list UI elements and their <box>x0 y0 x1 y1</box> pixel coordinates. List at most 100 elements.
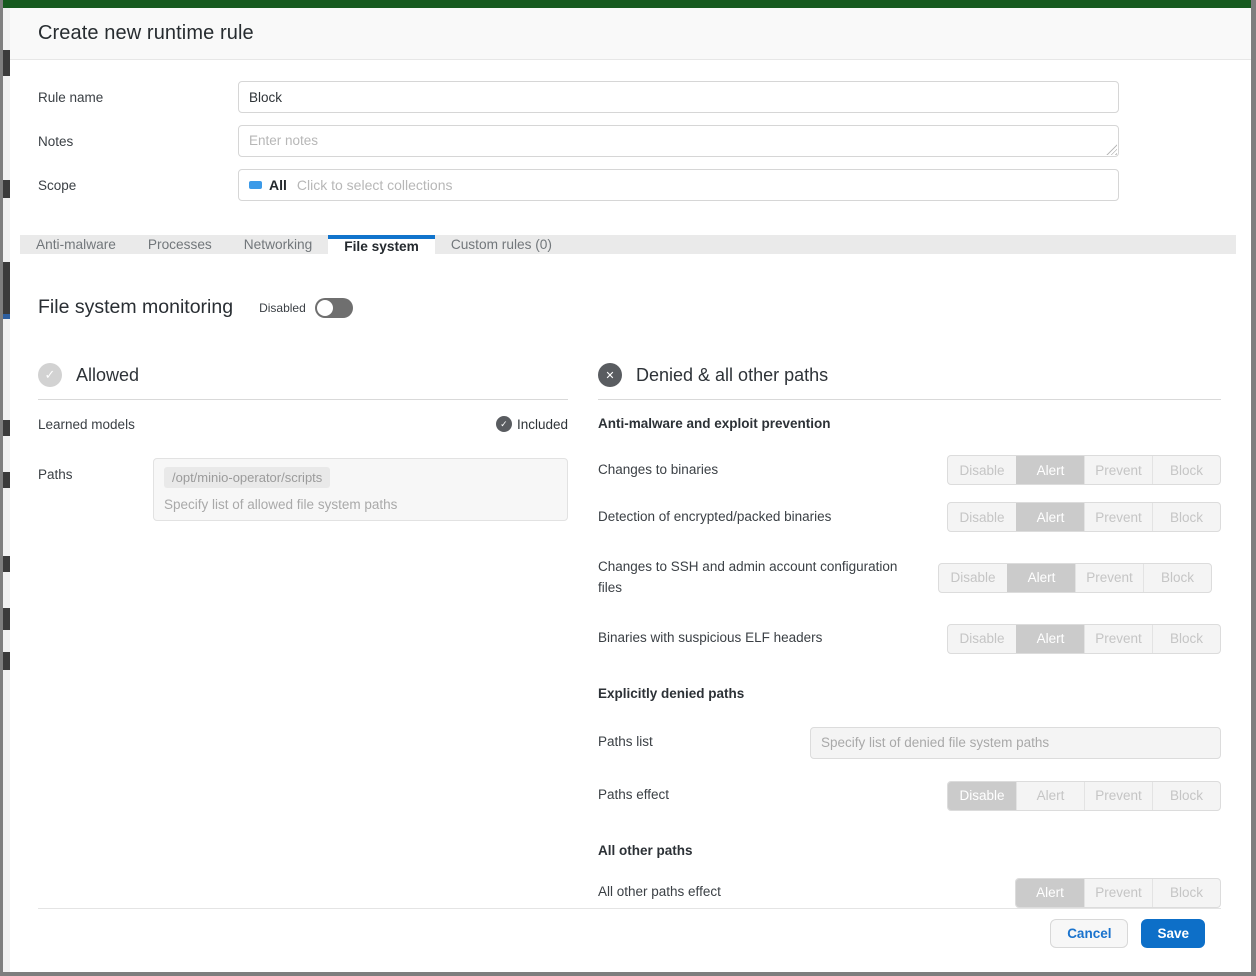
monitoring-toggle[interactable] <box>315 298 353 318</box>
toggle-knob <box>317 300 333 316</box>
notes-label: Notes <box>38 134 238 149</box>
top-brand-bar <box>0 0 1256 8</box>
changes-to-binaries-label: Changes to binaries <box>598 460 947 481</box>
dialog-header: Create new runtime rule <box>10 8 1251 60</box>
all-other-paths-heading: All other paths <box>598 843 1221 858</box>
effect-disable-button[interactable]: Disable <box>948 456 1016 484</box>
effect-disable-button[interactable]: Disable <box>948 782 1016 810</box>
changes-to-binaries-effect-group: Disable Alert Prevent Block <box>947 455 1221 485</box>
allowed-section: Allowed Learned models Included Paths /o… <box>38 363 568 521</box>
background-fragment <box>3 180 10 198</box>
create-runtime-rule-dialog: Create new runtime rule Rule name Notes … <box>10 8 1251 972</box>
effect-alert-button[interactable]: Alert <box>1016 625 1084 653</box>
file-system-panel: File system monitoring Disabled Allowed … <box>10 254 1251 974</box>
background-fragment <box>3 556 10 572</box>
effect-disable-button[interactable]: Disable <box>948 625 1016 653</box>
effect-prevent-button[interactable]: Prevent <box>1084 503 1152 531</box>
effect-prevent-button[interactable]: Prevent <box>1084 879 1152 907</box>
paths-effect-label: Paths effect <box>598 785 947 806</box>
cancel-button[interactable]: Cancel <box>1050 919 1128 948</box>
background-fragment <box>3 608 10 630</box>
denied-title: Denied & all other paths <box>636 365 828 386</box>
effect-alert-button[interactable]: Alert <box>1016 879 1084 907</box>
rule-name-input[interactable] <box>238 81 1119 113</box>
learned-models-row: Learned models Included <box>38 416 568 432</box>
allowed-paths-row: Paths /opt/minio-operator/scripts Specif… <box>38 458 568 521</box>
learned-models-status: Included <box>496 416 568 432</box>
save-button[interactable]: Save <box>1141 919 1205 948</box>
ssh-config-row: Changes to SSH and admin account configu… <box>598 557 1221 599</box>
effect-block-button[interactable]: Block <box>1143 564 1211 592</box>
paths-list-row: Paths list <box>598 727 1221 759</box>
ssh-config-effect-group: Disable Alert Prevent Block <box>938 563 1212 593</box>
all-other-paths-effect-row: All other paths effect Alert Prevent Blo… <box>598 878 1221 908</box>
rule-name-row: Rule name <box>38 81 1251 113</box>
elf-headers-row: Binaries with suspicious ELF headers Dis… <box>598 624 1221 654</box>
effect-prevent-button[interactable]: Prevent <box>1084 625 1152 653</box>
included-text: Included <box>517 417 568 432</box>
changes-to-binaries-row: Changes to binaries Disable Alert Preven… <box>598 455 1221 485</box>
paths-list-label: Paths list <box>598 732 810 753</box>
tab-networking[interactable]: Networking <box>228 235 328 254</box>
all-other-paths-effect-group: Alert Prevent Block <box>1015 878 1221 908</box>
effect-block-button[interactable]: Block <box>1152 782 1220 810</box>
allowed-paths-placeholder: Specify list of allowed file system path… <box>164 497 557 512</box>
footer-spacer <box>38 958 1221 974</box>
notes-input[interactable] <box>238 125 1119 157</box>
elf-headers-label: Binaries with suspicious ELF headers <box>598 628 947 649</box>
all-other-paths-effect-label: All other paths effect <box>598 882 1015 903</box>
rule-name-label: Rule name <box>38 90 238 105</box>
effect-prevent-button[interactable]: Prevent <box>1084 782 1152 810</box>
background-fragment <box>3 262 10 314</box>
collection-swatch-icon <box>249 181 262 189</box>
effect-alert-button[interactable]: Alert <box>1016 503 1084 531</box>
denied-paths-input[interactable] <box>810 727 1221 759</box>
effect-block-button[interactable]: Block <box>1152 625 1220 653</box>
paths-effect-group: Disable Alert Prevent Block <box>947 781 1221 811</box>
allowed-paths-input[interactable]: /opt/minio-operator/scripts Specify list… <box>153 458 568 521</box>
effect-alert-button[interactable]: Alert <box>1007 564 1075 592</box>
antimalware-heading: Anti-malware and exploit prevention <box>598 416 1221 431</box>
background-fragment <box>3 472 10 488</box>
effect-disable-button[interactable]: Disable <box>939 564 1007 592</box>
learned-models-label: Learned models <box>38 417 135 432</box>
allowed-path-chip[interactable]: /opt/minio-operator/scripts <box>164 467 330 488</box>
elf-headers-effect-group: Disable Alert Prevent Block <box>947 624 1221 654</box>
paths-effect-row: Paths effect Disable Alert Prevent Block <box>598 781 1221 811</box>
scope-row: Scope All Click to select collections <box>38 169 1251 201</box>
scope-selected-value: All <box>269 177 287 193</box>
rule-tabs: Anti-malware Processes Networking File s… <box>20 235 1236 254</box>
effect-alert-button[interactable]: Alert <box>1016 456 1084 484</box>
denied-header: Denied & all other paths <box>598 363 1221 400</box>
encrypted-binaries-effect-group: Disable Alert Prevent Block <box>947 502 1221 532</box>
tab-custom-rules[interactable]: Custom rules (0) <box>435 235 568 254</box>
effect-prevent-button[interactable]: Prevent <box>1075 564 1143 592</box>
notes-row: Notes <box>38 125 1251 157</box>
effect-prevent-button[interactable]: Prevent <box>1084 456 1152 484</box>
encrypted-binaries-row: Detection of encrypted/packed binaries D… <box>598 502 1221 532</box>
rule-meta-form: Rule name Notes Scope All Click to selec… <box>10 60 1251 213</box>
background-fragment <box>3 652 10 670</box>
allowed-header: Allowed <box>38 363 568 400</box>
background-fragment <box>3 314 10 319</box>
scope-label: Scope <box>38 178 238 193</box>
scope-placeholder: Click to select collections <box>297 177 453 193</box>
allowed-check-icon <box>38 363 62 387</box>
denied-section: Denied & all other paths Anti-malware an… <box>598 363 1221 908</box>
monitoring-state-label: Disabled <box>259 301 306 315</box>
effect-block-button[interactable]: Block <box>1152 456 1220 484</box>
included-check-icon <box>496 416 512 432</box>
allowed-title: Allowed <box>76 365 139 386</box>
effect-disable-button[interactable]: Disable <box>948 503 1016 531</box>
app-window: Create new runtime rule Rule name Notes … <box>0 0 1256 976</box>
tab-anti-malware[interactable]: Anti-malware <box>20 235 132 254</box>
scope-collections-field[interactable]: All Click to select collections <box>238 169 1119 201</box>
effect-block-button[interactable]: Block <box>1152 879 1220 907</box>
tab-processes[interactable]: Processes <box>132 235 228 254</box>
explicitly-denied-heading: Explicitly denied paths <box>598 686 1221 701</box>
effect-alert-button[interactable]: Alert <box>1016 782 1084 810</box>
allowed-paths-label: Paths <box>38 458 153 521</box>
effect-block-button[interactable]: Block <box>1152 503 1220 531</box>
tab-file-system[interactable]: File system <box>328 235 435 254</box>
denied-x-icon <box>598 363 622 387</box>
